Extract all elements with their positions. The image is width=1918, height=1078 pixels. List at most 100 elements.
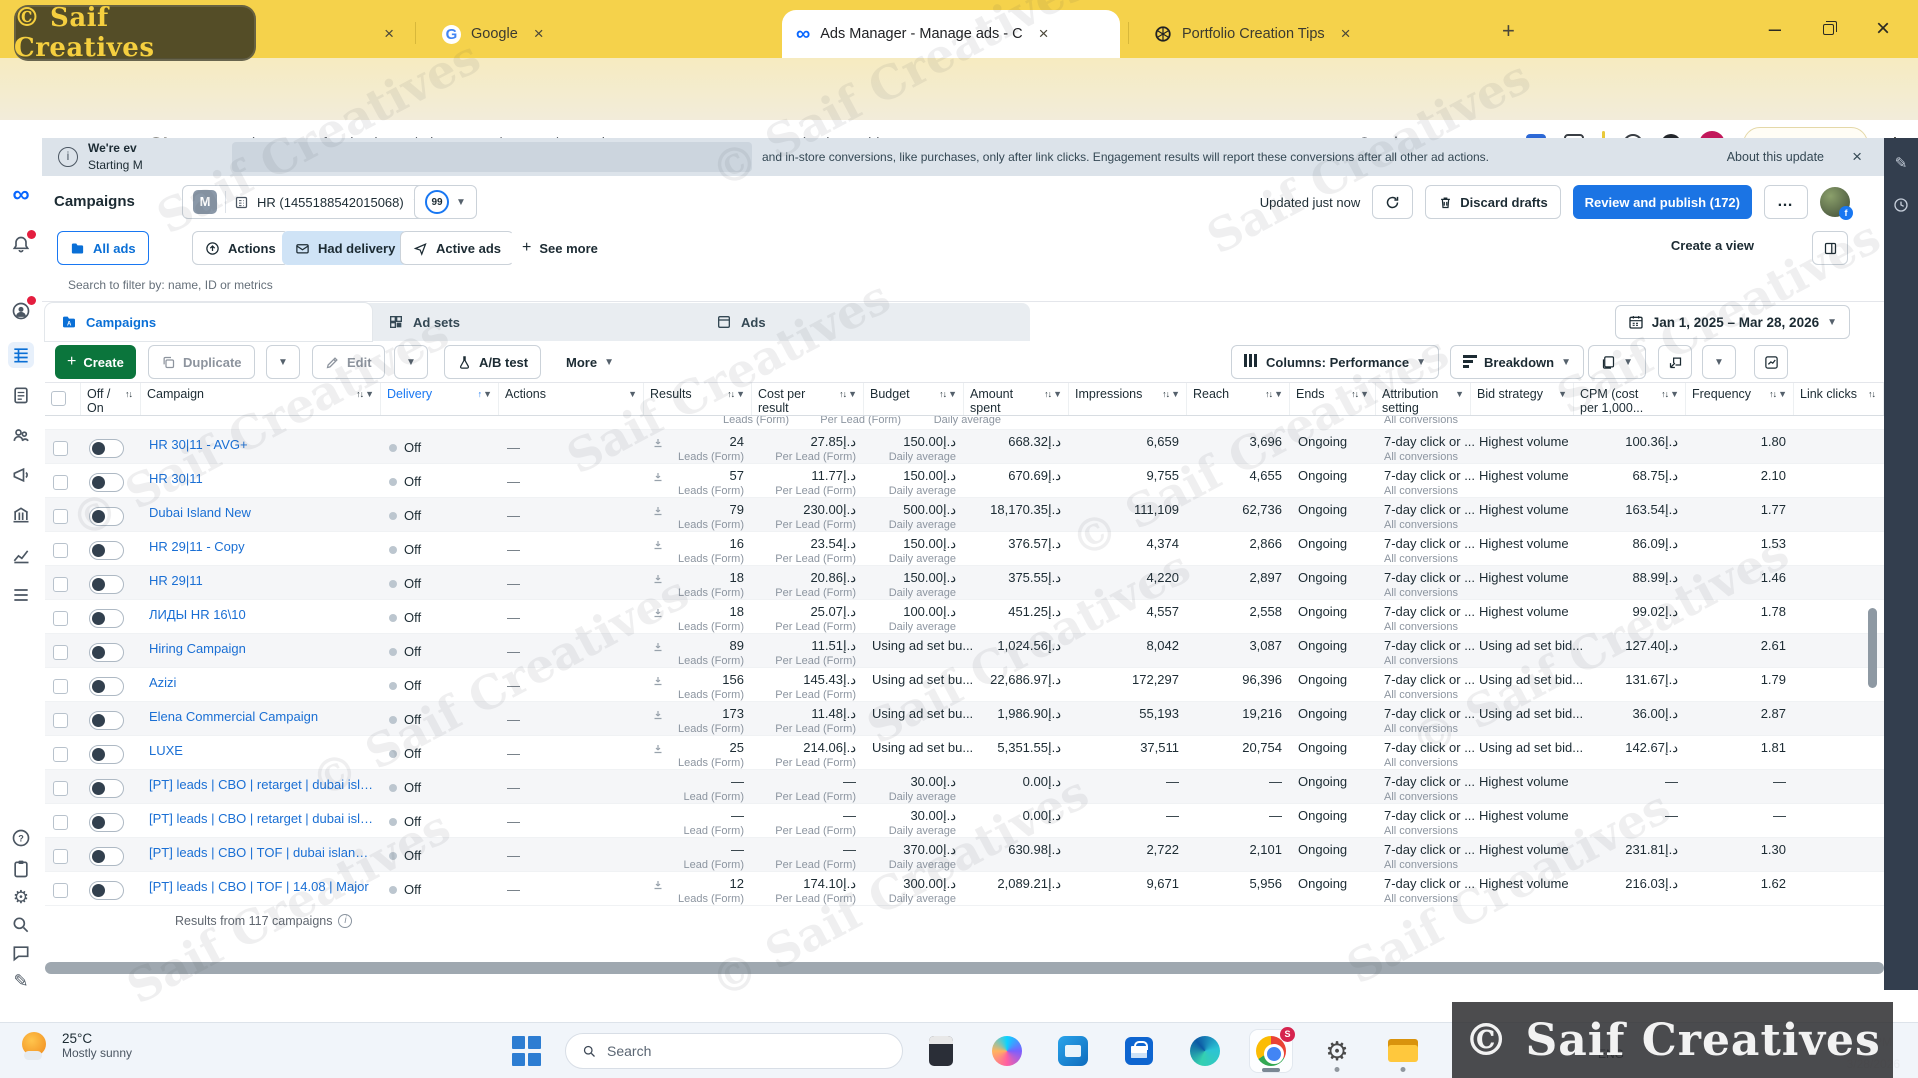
- tab-portfolio-tips[interactable]: Portfolio Creation Tips ×: [1140, 10, 1480, 58]
- campaign-name-link[interactable]: Azizi: [149, 672, 373, 690]
- row-checkbox[interactable]: [53, 577, 68, 592]
- campaign-name-link[interactable]: Hiring Campaign: [149, 638, 373, 656]
- campaign-name-link[interactable]: [PT] leads | CBO | TOF | 14.08 | Major: [149, 876, 373, 894]
- create-view-link[interactable]: Create a view: [1671, 238, 1754, 253]
- campaign-name-link[interactable]: [PT] leads | CBO | retarget | dubai isla…: [149, 774, 373, 792]
- row-checkbox[interactable]: [53, 849, 68, 864]
- microsoft-store-icon[interactable]: [1118, 1030, 1160, 1072]
- campaign-name-link[interactable]: HR 30|11 - AVG+: [149, 434, 373, 452]
- row-checkbox[interactable]: [53, 679, 68, 694]
- ab-test-button[interactable]: A/B test: [444, 345, 542, 379]
- tab-ads-manager[interactable]: ∞ Ads Manager - Manage ads - C ×: [782, 10, 1120, 58]
- outlook-icon[interactable]: [1052, 1030, 1094, 1072]
- campaign-name-link[interactable]: ЛИДЫ HR 16\10: [149, 604, 373, 622]
- download-leads-icon[interactable]: [652, 539, 664, 551]
- meta-logo-icon[interactable]: ∞: [8, 181, 34, 208]
- sort-icon[interactable]: ↑↓: [1265, 389, 1273, 399]
- download-leads-icon[interactable]: [652, 437, 664, 449]
- menu-icon[interactable]: [8, 582, 34, 608]
- campaigns-table-icon[interactable]: [8, 342, 34, 368]
- more-button[interactable]: More ▼: [554, 345, 626, 379]
- sort-icon[interactable]: ↑↓: [125, 389, 133, 399]
- tab-campaigns[interactable]: A Campaigns: [45, 303, 372, 341]
- vertical-scrollbar[interactable]: [1868, 608, 1877, 688]
- column-menu-caret[interactable]: ▼: [1053, 389, 1062, 399]
- tab-close-icon[interactable]: ×: [1039, 24, 1049, 44]
- campaign-toggle[interactable]: [89, 677, 124, 696]
- notice-close-icon[interactable]: ×: [1852, 147, 1862, 167]
- campaign-toggle[interactable]: [89, 541, 124, 560]
- campaign-toggle[interactable]: [89, 439, 124, 458]
- horizontal-scrollbar[interactable]: [45, 962, 1884, 974]
- campaign-name-link[interactable]: HR 30|11: [149, 468, 373, 486]
- column-header[interactable]: Results ↑↓ ▼: [644, 383, 752, 415]
- tab-close-icon[interactable]: ×: [534, 24, 544, 44]
- settings-icon[interactable]: ⚙: [1316, 1030, 1358, 1072]
- campaign-toggle[interactable]: [89, 711, 124, 730]
- chrome-icon[interactable]: S: [1250, 1027, 1295, 1072]
- taskbar-search[interactable]: Search: [565, 1033, 903, 1069]
- settings-gear-icon[interactable]: ⚙: [8, 884, 34, 910]
- new-tab-button[interactable]: +: [1502, 18, 1515, 44]
- campaign-toggle[interactable]: [89, 813, 124, 832]
- breakdown-button[interactable]: Breakdown ▼: [1450, 345, 1584, 379]
- sort-icon[interactable]: ↑↓: [1351, 389, 1359, 399]
- column-menu-caret[interactable]: ▼: [1778, 389, 1787, 399]
- campaign-name-link[interactable]: [PT] leads | CBO | retarget | dubai isla…: [149, 808, 373, 826]
- table-search[interactable]: Search to filter by: name, ID or metrics: [42, 270, 1884, 302]
- campaign-toggle[interactable]: [89, 847, 124, 866]
- column-header[interactable]: Off / On ↑↓: [81, 383, 141, 415]
- export-button[interactable]: [1658, 345, 1692, 379]
- column-menu-caret[interactable]: ▼: [1171, 389, 1180, 399]
- column-header[interactable]: Impressions ↑↓ ▼: [1069, 383, 1187, 415]
- edit-menu-caret[interactable]: ▼: [394, 345, 428, 379]
- tasks-icon[interactable]: [8, 856, 34, 882]
- column-menu-caret[interactable]: ▼: [1670, 389, 1679, 399]
- tab-close-icon[interactable]: ×: [1341, 24, 1351, 44]
- row-checkbox[interactable]: [53, 543, 68, 558]
- reports-button[interactable]: ▼: [1588, 345, 1646, 379]
- download-leads-icon[interactable]: [652, 607, 664, 619]
- more-options-button[interactable]: …: [1764, 185, 1808, 219]
- campaign-toggle[interactable]: [89, 745, 124, 764]
- campaign-name-link[interactable]: HR 29|11 - Copy: [149, 536, 373, 554]
- column-header[interactable]: Cost per result ↑↓ ▼: [752, 383, 864, 415]
- download-leads-icon[interactable]: [652, 879, 664, 891]
- download-leads-icon[interactable]: [652, 505, 664, 517]
- sort-icon[interactable]: ↑↓: [839, 389, 847, 399]
- sort-icon[interactable]: ↑↓: [1769, 389, 1777, 399]
- campaign-toggle[interactable]: [89, 473, 124, 492]
- campaign-toggle[interactable]: [89, 779, 124, 798]
- edit-button[interactable]: Edit: [312, 345, 385, 379]
- sort-icon[interactable]: ↑: [478, 389, 482, 399]
- campaign-toggle[interactable]: [89, 507, 124, 526]
- column-header[interactable]: Link clicks ↑↓: [1794, 383, 1884, 415]
- row-checkbox[interactable]: [53, 611, 68, 626]
- notifications-icon[interactable]: [8, 230, 36, 258]
- charts-button[interactable]: [1754, 345, 1788, 379]
- row-checkbox[interactable]: [53, 475, 68, 490]
- campaign-toggle[interactable]: [89, 643, 124, 662]
- column-menu-caret[interactable]: ▼: [628, 389, 637, 399]
- user-avatar[interactable]: f: [1820, 187, 1853, 220]
- download-leads-icon[interactable]: [652, 675, 664, 687]
- column-header[interactable]: Frequency ↑↓ ▼: [1686, 383, 1794, 415]
- row-checkbox[interactable]: [53, 509, 68, 524]
- edge-icon[interactable]: [1184, 1030, 1226, 1072]
- row-checkbox[interactable]: [53, 747, 68, 762]
- sort-icon[interactable]: ↑↓: [1044, 389, 1052, 399]
- audiences-icon[interactable]: [8, 422, 34, 448]
- column-menu-caret[interactable]: ▼: [736, 389, 745, 399]
- column-menu-caret[interactable]: ▼: [1274, 389, 1283, 399]
- column-header[interactable]: Reach ↑↓ ▼: [1187, 383, 1290, 415]
- start-button[interactable]: [512, 1036, 542, 1066]
- feedback-pencil-icon[interactable]: ✎: [8, 968, 34, 994]
- tab-ads[interactable]: Ads: [700, 303, 1030, 341]
- sort-icon[interactable]: ↑↓: [1661, 389, 1669, 399]
- tab-ad-sets[interactable]: Ad sets: [372, 303, 700, 341]
- sort-icon[interactable]: ↑↓: [356, 389, 364, 399]
- columns-button[interactable]: Columns: Performance ▼: [1231, 345, 1439, 379]
- campaign-name-link[interactable]: Elena Commercial Campaign: [149, 706, 373, 724]
- column-header[interactable]: Campaign ↑↓ ▼: [141, 383, 381, 415]
- search-rail-icon[interactable]: [8, 912, 34, 938]
